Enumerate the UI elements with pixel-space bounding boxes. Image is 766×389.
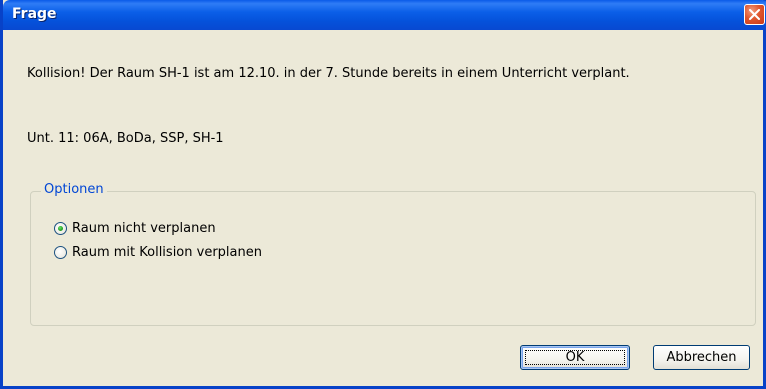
close-icon xyxy=(749,9,760,20)
radio-button[interactable] xyxy=(54,245,67,259)
options-legend: Optionen xyxy=(41,182,107,197)
close-button[interactable] xyxy=(744,4,765,25)
ok-button[interactable]: OK xyxy=(520,345,630,370)
window-title: Frage xyxy=(12,6,57,22)
radio-button-checked[interactable] xyxy=(54,221,67,235)
option-no-room[interactable]: Raum nicht verplanen xyxy=(54,219,216,237)
option-label: Raum nicht verplanen xyxy=(72,220,216,236)
option-with-collision[interactable]: Raum mit Kollision verplanen xyxy=(54,243,262,261)
cancel-button[interactable]: Abbrechen xyxy=(653,345,750,370)
lesson-info: Unt. 11: 06A, BoDa, SSP, SH-1 xyxy=(27,131,224,146)
collision-message: Kollision! Der Raum SH-1 ist am 12.10. i… xyxy=(27,66,630,81)
dialog-window: Frage Kollision! Der Raum SH-1 ist am 12… xyxy=(0,0,766,389)
title-bar[interactable]: Frage xyxy=(3,0,766,30)
ok-label: OK xyxy=(565,350,585,365)
option-label: Raum mit Kollision verplanen xyxy=(72,244,262,260)
